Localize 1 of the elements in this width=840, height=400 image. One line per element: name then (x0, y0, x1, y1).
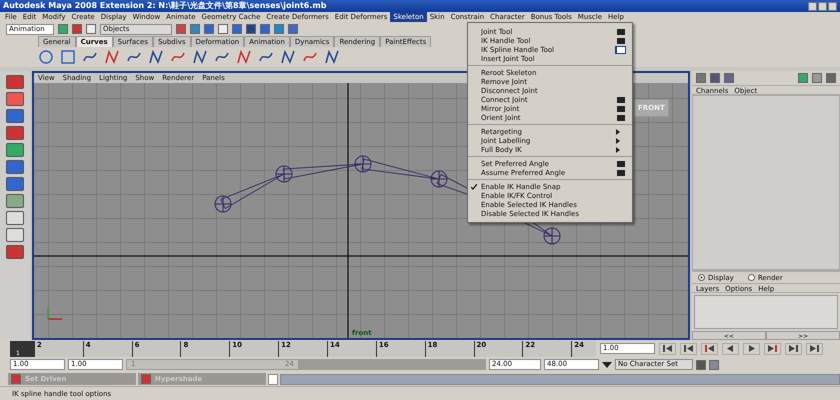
window-title: Autodesk Maya 2008 Extension 2: N:\鞋子\光盘文件\第8章\senses\joint6.mb (3, 0, 326, 12)
